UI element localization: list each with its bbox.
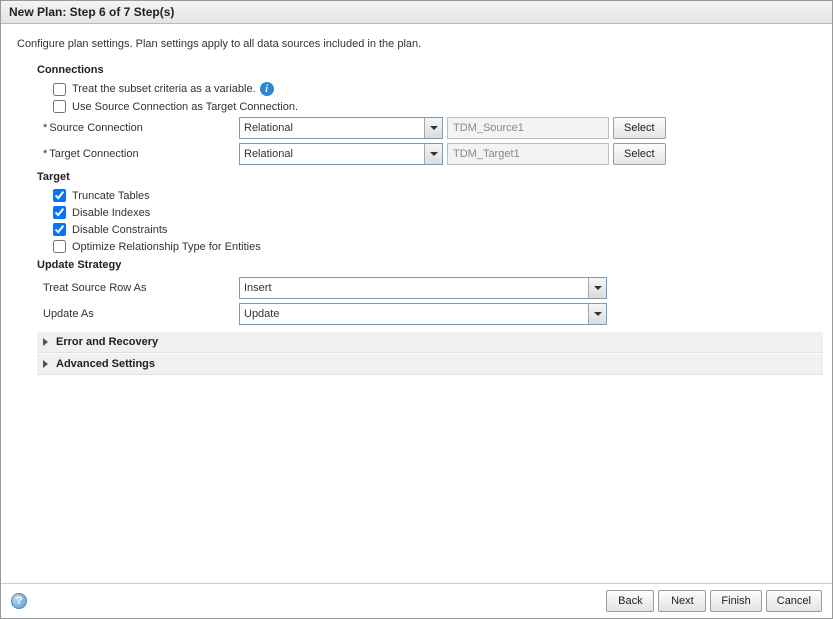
optimize-row: Optimize Relationship Type for Entities — [53, 240, 822, 253]
source-connection-row: * Source Connection Relational TDM_Sourc… — [43, 117, 822, 139]
target-type-select[interactable]: Relational — [239, 143, 443, 165]
treat-subset-checkbox[interactable] — [53, 83, 66, 96]
treat-subset-label: Treat the subset criteria as a variable. — [72, 83, 256, 95]
optimize-checkbox[interactable] — [53, 240, 66, 253]
use-source-as-target-checkbox[interactable] — [53, 100, 66, 113]
help-icon[interactable]: ? — [11, 593, 27, 609]
next-button[interactable]: Next — [658, 590, 706, 612]
treat-row-select[interactable]: Insert — [239, 277, 607, 299]
chevron-down-icon — [430, 126, 438, 130]
error-recovery-section[interactable]: Error and Recovery — [37, 331, 823, 353]
truncate-row: Truncate Tables — [53, 189, 822, 202]
disable-indexes-row: Disable Indexes — [53, 206, 822, 219]
expand-icon — [43, 338, 48, 346]
target-connection-label-text: Target Connection — [49, 148, 138, 160]
expand-icon — [43, 360, 48, 368]
wizard-dialog: New Plan: Step 6 of 7 Step(s) Configure … — [0, 0, 833, 619]
finish-button[interactable]: Finish — [710, 590, 761, 612]
source-connection-name: TDM_Source1 — [447, 117, 609, 139]
use-source-as-target-label: Use Source Connection as Target Connecti… — [72, 101, 298, 113]
treat-subset-row: Treat the subset criteria as a variable.… — [53, 82, 822, 96]
update-as-select[interactable]: Update — [239, 303, 607, 325]
disable-constraints-label: Disable Constraints — [72, 224, 167, 236]
chevron-down-icon — [594, 312, 602, 316]
back-button[interactable]: Back — [606, 590, 654, 612]
truncate-checkbox[interactable] — [53, 189, 66, 202]
update-as-value: Update — [244, 308, 279, 320]
required-marker: * — [43, 122, 47, 134]
use-source-as-target-row: Use Source Connection as Target Connecti… — [53, 100, 822, 113]
treat-row-label: Treat Source Row As — [43, 282, 239, 294]
instruction-text: Configure plan settings. Plan settings a… — [17, 38, 822, 50]
cancel-button[interactable]: Cancel — [766, 590, 822, 612]
target-select-button[interactable]: Select — [613, 143, 666, 165]
dropdown-button[interactable] — [588, 304, 606, 324]
treat-row-as-row: Treat Source Row As Insert — [43, 277, 822, 299]
source-type-select[interactable]: Relational — [239, 117, 443, 139]
advanced-settings-label: Advanced Settings — [56, 358, 155, 370]
dialog-title: New Plan: Step 6 of 7 Step(s) — [1, 1, 832, 24]
connections-heading: Connections — [37, 64, 822, 76]
target-type-value: Relational — [244, 148, 293, 160]
disable-constraints-checkbox[interactable] — [53, 223, 66, 236]
update-strategy-heading: Update Strategy — [37, 259, 822, 271]
target-connection-row: * Target Connection Relational TDM_Targe… — [43, 143, 822, 165]
dropdown-button[interactable] — [424, 118, 442, 138]
required-marker: * — [43, 148, 47, 160]
target-connection-name: TDM_Target1 — [447, 143, 609, 165]
update-as-row: Update As Update — [43, 303, 822, 325]
target-heading: Target — [37, 171, 822, 183]
source-type-value: Relational — [244, 122, 293, 134]
collapsible-sections: Error and Recovery Advanced Settings — [37, 331, 823, 375]
chevron-down-icon — [594, 286, 602, 290]
truncate-label: Truncate Tables — [72, 190, 150, 202]
source-connection-label: * Source Connection — [43, 122, 239, 134]
dropdown-button[interactable] — [588, 278, 606, 298]
dialog-body: Configure plan settings. Plan settings a… — [1, 24, 832, 583]
source-select-button[interactable]: Select — [613, 117, 666, 139]
error-recovery-label: Error and Recovery — [56, 336, 158, 348]
advanced-settings-section[interactable]: Advanced Settings — [37, 353, 823, 375]
optimize-label: Optimize Relationship Type for Entities — [72, 241, 261, 253]
disable-constraints-row: Disable Constraints — [53, 223, 822, 236]
dropdown-button[interactable] — [424, 144, 442, 164]
disable-indexes-label: Disable Indexes — [72, 207, 150, 219]
info-icon[interactable]: i — [260, 82, 274, 96]
chevron-down-icon — [430, 152, 438, 156]
update-as-label: Update As — [43, 308, 239, 320]
target-connection-label: * Target Connection — [43, 148, 239, 160]
disable-indexes-checkbox[interactable] — [53, 206, 66, 219]
source-connection-label-text: Source Connection — [49, 122, 143, 134]
dialog-footer: ? Back Next Finish Cancel — [1, 583, 832, 618]
treat-row-value: Insert — [244, 282, 272, 294]
